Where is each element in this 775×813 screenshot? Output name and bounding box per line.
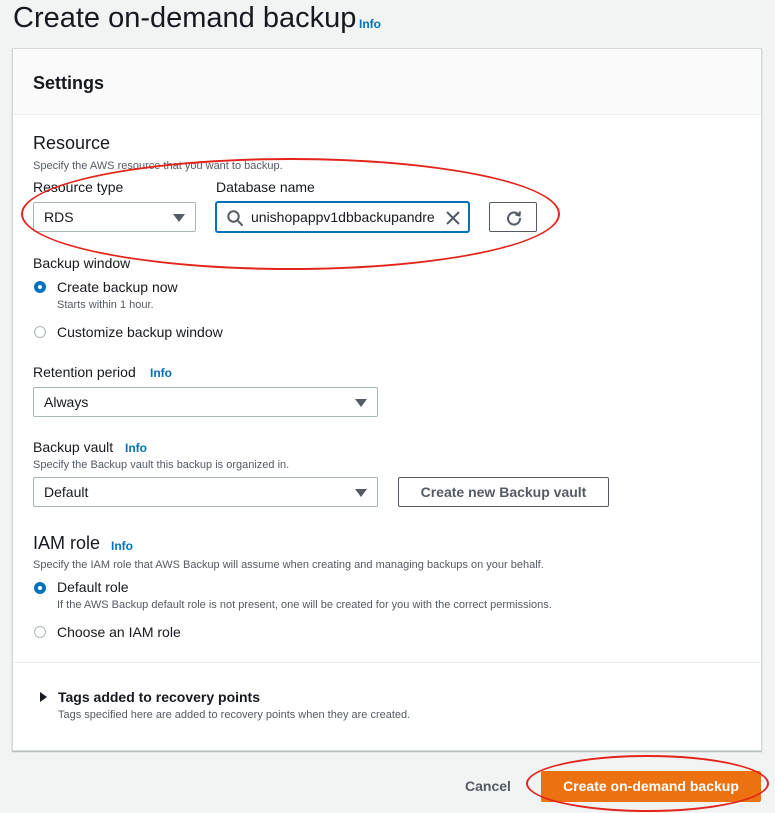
resource-heading: Resource — [33, 133, 111, 153]
resource-type-value: RDS — [44, 209, 74, 225]
create-now-radio[interactable] — [34, 281, 46, 293]
settings-header: Settings — [13, 49, 761, 115]
retention-info-link[interactable]: Info — [150, 366, 172, 380]
backup-vault-select[interactable]: Default — [33, 477, 378, 507]
refresh-icon — [507, 211, 522, 226]
caret-down-icon — [173, 214, 185, 222]
refresh-button[interactable] — [489, 202, 537, 232]
tags-expander[interactable]: Tags added to recovery points — [58, 689, 260, 705]
database-name-value: unishopappv1dbbackupandre — [251, 209, 435, 225]
backup-window-label: Backup window — [33, 255, 131, 271]
caret-down-icon — [355, 489, 367, 497]
search-icon — [227, 210, 243, 226]
retention-value: Always — [44, 394, 89, 410]
settings-title: Settings — [33, 73, 105, 93]
divider — [13, 662, 761, 663]
default-role-radio[interactable] — [34, 582, 46, 594]
backup-vault-value: Default — [44, 484, 89, 500]
choose-role-label[interactable]: Choose an IAM role — [57, 624, 181, 640]
create-now-hint: Starts within 1 hour. — [57, 299, 154, 311]
resource-type-select[interactable]: RDS — [33, 202, 196, 232]
clear-icon[interactable] — [445, 210, 461, 226]
customize-window-label[interactable]: Customize backup window — [57, 324, 223, 340]
resource-description: Specify the AWS resource that you want t… — [33, 160, 283, 172]
iam-role-description: Specify the IAM role that AWS Backup wil… — [33, 559, 544, 571]
caret-right-icon[interactable] — [40, 692, 47, 702]
backup-vault-label: Backup vault — [33, 439, 114, 455]
resource-type-label: Resource type — [33, 179, 124, 195]
backup-vault-description: Specify the Backup vault this backup is … — [33, 459, 290, 471]
iam-role-heading: IAM role — [33, 533, 101, 553]
default-role-label[interactable]: Default role — [57, 579, 129, 595]
caret-down-icon — [355, 399, 367, 407]
customize-window-radio[interactable] — [34, 326, 46, 338]
settings-panel: Settings Resource Specify the AWS resour… — [12, 48, 762, 751]
page-title: Create on-demand backup — [13, 2, 357, 34]
create-now-label[interactable]: Create backup now — [57, 279, 178, 295]
backup-vault-info-link[interactable]: Info — [125, 441, 147, 455]
default-role-hint: If the AWS Backup default role is not pr… — [57, 599, 552, 611]
iam-role-info-link[interactable]: Info — [111, 539, 133, 553]
tags-description: Tags specified here are added to recover… — [58, 709, 411, 721]
database-name-input[interactable]: unishopappv1dbbackupandre — [216, 202, 469, 232]
create-vault-button[interactable]: Create new Backup vault — [398, 477, 609, 507]
choose-role-radio[interactable] — [34, 626, 46, 638]
retention-select[interactable]: Always — [33, 387, 378, 417]
page-info-link[interactable]: Info — [359, 17, 381, 31]
cancel-button[interactable]: Cancel — [455, 771, 521, 802]
create-backup-button[interactable]: Create on-demand backup — [541, 771, 761, 802]
retention-label: Retention period — [33, 364, 136, 380]
database-name-label: Database name — [216, 179, 315, 195]
